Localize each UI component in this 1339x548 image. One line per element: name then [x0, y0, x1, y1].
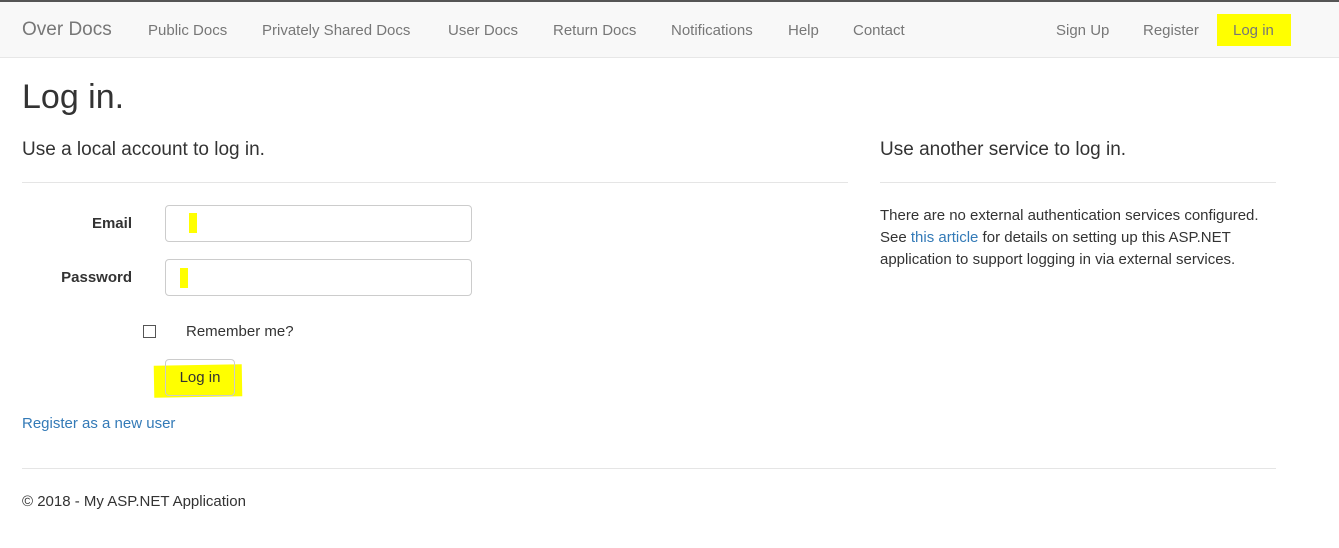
local-account-heading: Use a local account to log in. [22, 139, 265, 160]
external-service-heading: Use another service to log in. [880, 139, 1127, 160]
remember-me-checkbox[interactable] [143, 325, 156, 338]
password-label: Password [61, 269, 132, 286]
local-section-divider [22, 182, 848, 183]
external-section-divider [880, 182, 1276, 183]
nav-notifications[interactable]: Notifications [671, 22, 753, 39]
email-label: Email [91, 215, 132, 232]
external-auth-info: There are no external authentication ser… [880, 205, 1280, 271]
remember-me-label[interactable]: Remember me? [186, 323, 294, 340]
nav-register[interactable]: Register [1143, 22, 1199, 39]
footer-divider [22, 468, 1276, 469]
nav-user-docs[interactable]: User Docs [448, 22, 518, 39]
email-caret-highlight [189, 213, 197, 233]
navbar: Over Docs Public Docs Privately Shared D… [0, 2, 1339, 58]
this-article-link[interactable]: this article [911, 229, 979, 246]
nav-privately-shared-docs[interactable]: Privately Shared Docs [262, 22, 410, 39]
brand-link[interactable]: Over Docs [22, 19, 112, 41]
nav-help[interactable]: Help [788, 22, 819, 39]
nav-return-docs[interactable]: Return Docs [553, 22, 636, 39]
password-caret-highlight [180, 268, 188, 288]
email-input[interactable] [165, 205, 472, 242]
footer-copyright: © 2018 - My ASP.NET Application [22, 493, 246, 510]
nav-contact[interactable]: Contact [853, 22, 905, 39]
register-new-user-link[interactable]: Register as a new user [22, 415, 175, 432]
nav-sign-up[interactable]: Sign Up [1056, 22, 1109, 39]
nav-public-docs[interactable]: Public Docs [148, 22, 227, 39]
login-submit-button[interactable]: Log in [165, 359, 235, 396]
nav-log-in[interactable]: Log in [1233, 22, 1274, 39]
page-title: Log in. [22, 78, 125, 116]
password-input[interactable] [165, 259, 472, 296]
